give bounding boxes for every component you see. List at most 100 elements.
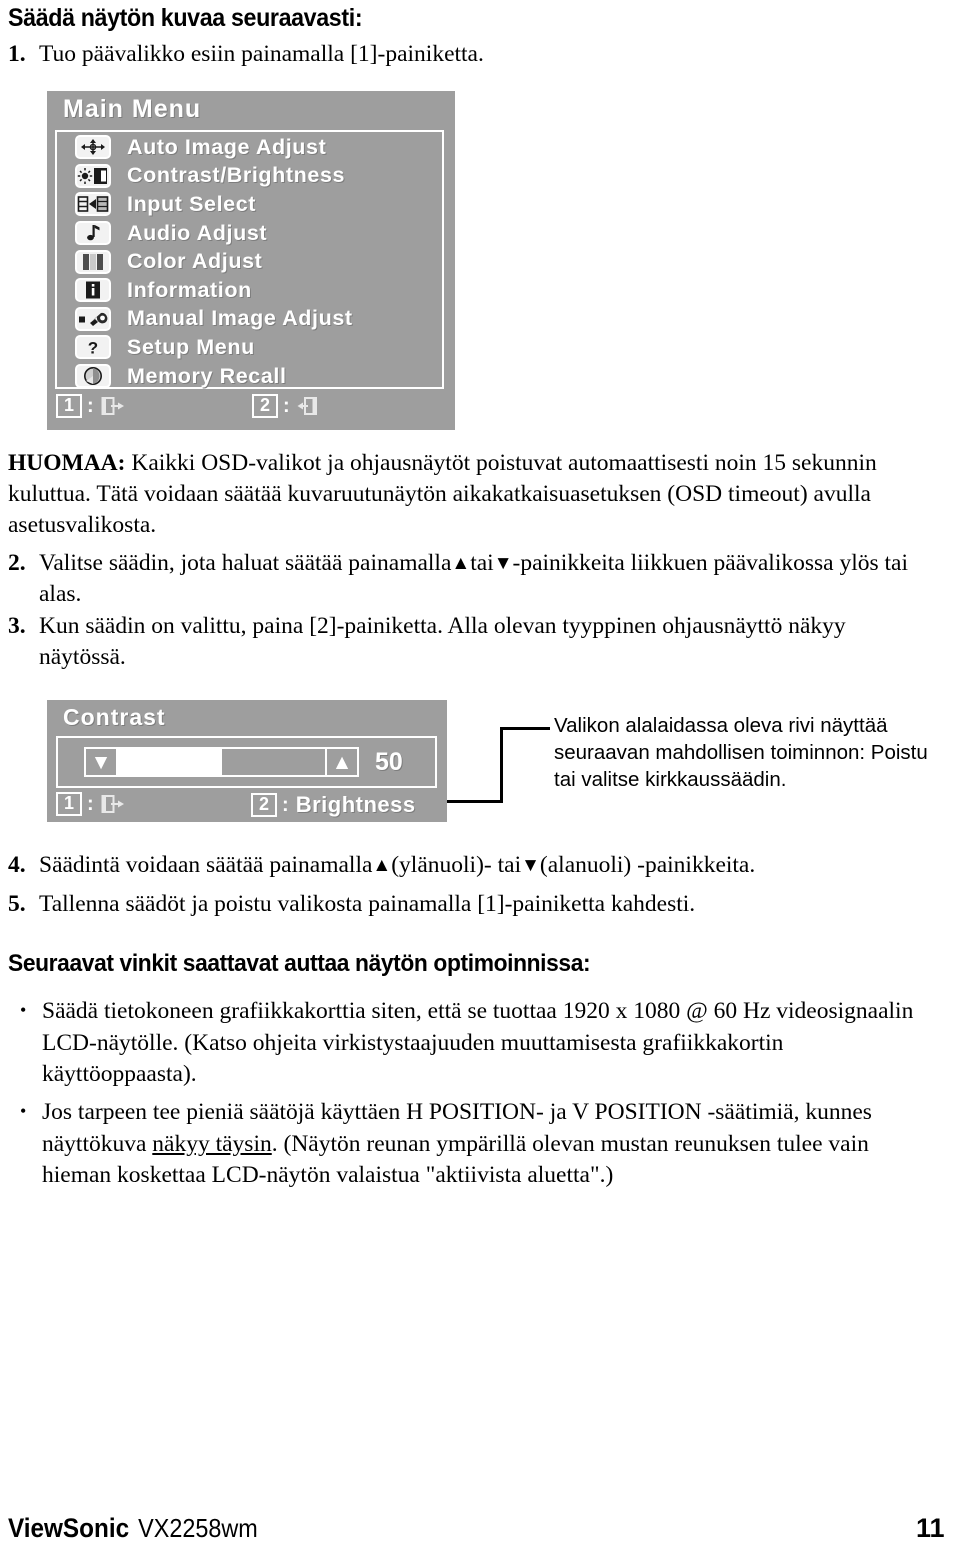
step-5-number: 5.	[8, 891, 26, 917]
manual-image-adjust-icon	[75, 306, 111, 331]
step-3-number: 3.	[8, 613, 26, 639]
osd-main-menu: Main Menu Auto Image Adjust Contrast/Bri…	[47, 91, 455, 430]
osd-main-menu-footer-key2[interactable]: 2 :	[252, 394, 321, 418]
menu-item-label: Memory Recall	[127, 363, 287, 388]
callout-leader-horizontal-upper	[500, 727, 550, 730]
key-2-box: 2	[252, 394, 279, 418]
menu-item-contrast-brightness[interactable]: Contrast/Brightness	[57, 162, 442, 191]
menu-item-label: Color Adjust	[127, 249, 263, 274]
note-text: Kaikki OSD-valikot ja ohjausnäytöt poist…	[8, 450, 877, 538]
document-page: Säädä näytön kuvaa seuraavasti: 1. Tuo p…	[0, 0, 960, 1566]
contrast-slider[interactable]: ▼ ▲ 50	[84, 747, 403, 777]
down-triangle-icon: ▼	[90, 750, 112, 774]
step-2: 2. Valitse säädin, jota haluat säätää pa…	[8, 548, 938, 610]
note-paragraph: HUOMAA: Kaikki OSD-valikot ja ohjausnäyt…	[8, 448, 936, 541]
callout-text: Valikon alalaidassa oleva rivi näyttää s…	[554, 714, 928, 791]
step-2-pre: Valitse säädin, jota haluat säätää paina…	[39, 550, 452, 576]
tips-bullet-2: • Jos tarpeen tee pieniä säätöjä käyttäe…	[20, 1097, 936, 1192]
color-adjust-icon	[75, 249, 111, 274]
menu-item-label: Audio Adjust	[127, 220, 268, 245]
tips-heading: Seuraavat vinkit saattavat auttaa näytön…	[8, 950, 591, 977]
note-label: HUOMAA:	[8, 450, 126, 476]
information-icon	[75, 278, 111, 303]
menu-item-input-select[interactable]: Input Select	[57, 190, 442, 219]
osd-main-menu-list-frame: Auto Image Adjust Contrast/Brightness In…	[55, 130, 444, 389]
step-3-text: Kun säädin on valittu, paina [2]-painike…	[39, 613, 846, 670]
step-5-text: Tallenna säädöt ja poistu valikosta pain…	[39, 891, 696, 917]
step-1-number: 1.	[8, 41, 26, 67]
menu-item-memory-recall[interactable]: Memory Recall	[57, 362, 442, 391]
setup-menu-icon: ?	[75, 335, 111, 360]
down-triangle-icon: ▼	[493, 553, 513, 574]
footer-colon: :	[87, 394, 94, 417]
step-1-text: Tuo päävalikko esiin painamalla [1]-pain…	[39, 41, 484, 67]
enter-arrow-icon	[297, 396, 321, 416]
osd-contrast-footer-key1[interactable]: 1 :	[56, 792, 125, 816]
menu-item-setup-menu[interactable]: ? Setup Menu	[57, 333, 442, 362]
exit-arrow-icon	[101, 396, 125, 416]
osd-contrast-title: Contrast	[63, 704, 166, 730]
key-2-box: 2	[251, 793, 278, 817]
menu-item-auto-image-adjust[interactable]: Auto Image Adjust	[57, 133, 442, 162]
step-4-post: (alanuoli) -painikkeita.	[539, 852, 756, 878]
footer-colon: :	[283, 394, 290, 417]
step-4-pre: Säädintä voidaan säätää painamalla	[39, 852, 373, 878]
input-select-icon	[75, 192, 111, 217]
footer-colon: :	[282, 793, 289, 816]
page-footer-left: ViewSonic VX2258wm	[8, 1513, 258, 1544]
step-5: 5. Tallenna säädöt ja poistu valikosta p…	[8, 889, 938, 920]
osd-contrast-footer-key2[interactable]: 2 : Brightness	[251, 792, 416, 818]
callout-leader-vertical	[500, 727, 503, 803]
brand-name: ViewSonic	[8, 1513, 130, 1543]
menu-item-label: Auto Image Adjust	[127, 134, 327, 159]
menu-item-label: Contrast/Brightness	[127, 163, 346, 188]
contrast-brightness-icon	[75, 163, 111, 188]
osd-contrast-slider-frame: ▼ ▲ 50	[56, 736, 437, 788]
page-number: 11	[916, 1513, 945, 1543]
audio-adjust-icon	[75, 221, 111, 246]
step-2-mid: tai	[470, 550, 494, 576]
menu-item-label: Manual Image Adjust	[127, 306, 353, 331]
osd-main-menu-footer-key1[interactable]: 1 :	[56, 394, 125, 418]
osd-main-menu-title: Main Menu	[63, 95, 202, 123]
tips-bullet-2-underline: näkyy täysin	[152, 1130, 272, 1157]
tips-bullet-1-text: Säädä tietokoneen grafiikkakorttia siten…	[42, 998, 914, 1087]
menu-item-label: Setup Menu	[127, 334, 255, 359]
footer-colon: :	[87, 792, 94, 815]
bullet-dot-icon: •	[20, 1000, 27, 1020]
menu-item-label: Input Select	[127, 191, 257, 216]
model-name: VX2258wm	[138, 1513, 258, 1543]
menu-item-audio-adjust[interactable]: Audio Adjust	[57, 219, 442, 248]
page-title: Säädä näytön kuvaa seuraavasti:	[8, 4, 363, 32]
footer-action-label: Brightness	[295, 792, 416, 817]
osd-contrast-panel: Contrast ▼ ▲ 50 1 : 2: Brightness	[47, 700, 447, 822]
up-triangle-icon: ▲	[451, 553, 471, 574]
step-3: 3. Kun säädin on valittu, paina [2]-pain…	[8, 611, 918, 673]
menu-item-information[interactable]: Information	[57, 276, 442, 305]
slider-track[interactable]	[118, 747, 325, 777]
tips-bullet-2-text: Jos tarpeen tee pieniä säätöjä käyttäen …	[42, 1097, 936, 1192]
bullet-dot-icon: •	[20, 1101, 27, 1121]
exit-arrow-icon	[101, 794, 125, 814]
slider-fill	[118, 749, 222, 775]
step-2-text: Valitse säädin, jota haluat säätää paina…	[39, 548, 938, 610]
menu-item-color-adjust[interactable]: Color Adjust	[57, 247, 442, 276]
contrast-value: 50	[375, 747, 403, 776]
step-4-number: 4.	[8, 852, 26, 878]
svg-text:?: ?	[88, 339, 98, 358]
tips-bullet-1: • Säädä tietokoneen grafiikkakorttia sit…	[20, 996, 932, 1091]
up-triangle-icon: ▲	[331, 750, 353, 774]
step-2-number: 2.	[8, 550, 26, 576]
menu-item-manual-image-adjust[interactable]: Manual Image Adjust	[57, 305, 442, 334]
decrease-button[interactable]: ▼	[84, 747, 118, 777]
auto-image-adjust-icon	[75, 135, 111, 160]
step-1: 1. Tuo päävalikko esiin painamalla [1]-p…	[8, 39, 938, 70]
step-4: 4. Säädintä voidaan säätää painamalla▲(y…	[8, 850, 938, 881]
key-1-box: 1	[56, 394, 83, 418]
step-4-text: Säädintä voidaan säätää painamalla▲(ylän…	[39, 850, 938, 881]
callout-leader-horizontal-lower	[447, 800, 503, 803]
memory-recall-icon	[75, 364, 111, 389]
increase-button[interactable]: ▲	[325, 747, 359, 777]
key-1-box: 1	[56, 792, 83, 816]
menu-item-label: Information	[127, 277, 252, 302]
